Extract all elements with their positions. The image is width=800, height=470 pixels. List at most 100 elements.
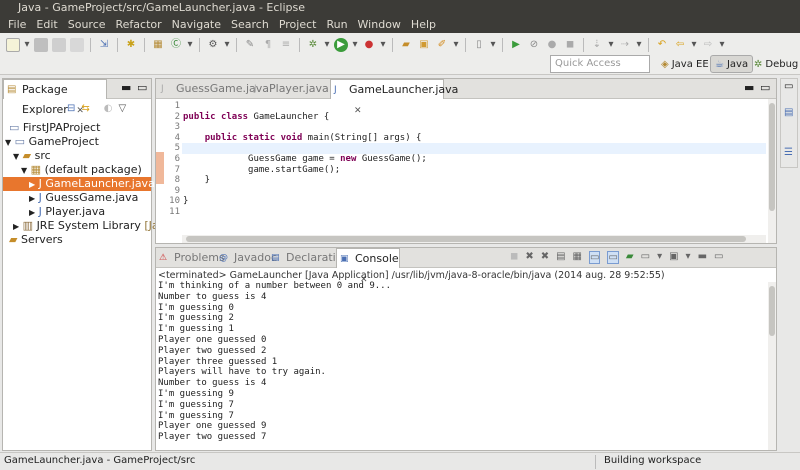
open-type-icon[interactable]: ✱ — [124, 38, 138, 52]
menu-source[interactable]: Source — [63, 18, 111, 31]
last-edit-icon[interactable]: ↶ — [655, 38, 669, 52]
perspective-debug[interactable]: ✲ Debug — [750, 55, 800, 73]
terminal-icon[interactable]: ▯ — [472, 38, 486, 52]
focus-icon[interactable]: ◐ — [104, 103, 113, 114]
tree-item-default-package[interactable]: ▼ ▦ (default package) — [21, 163, 142, 177]
dropdown-arrow-icon[interactable]: ▾ — [636, 38, 642, 52]
editor-hscrollbar[interactable] — [182, 235, 766, 243]
open-task-icon[interactable]: ▣ — [417, 38, 431, 52]
menu-project[interactable]: Project — [274, 18, 322, 31]
save-all-icon[interactable] — [52, 38, 66, 52]
clear-console-icon[interactable]: ▤ — [556, 251, 565, 264]
search-icon[interactable]: ✐ — [435, 38, 449, 52]
outline-icon[interactable]: ▤ — [784, 107, 793, 118]
menu-refactor[interactable]: Refactor — [111, 18, 167, 31]
tab-problems[interactable]: ⚠ Problems — [156, 248, 225, 268]
forward-icon[interactable]: ⇨ — [701, 38, 715, 52]
open-folder-icon[interactable]: ▰ — [399, 38, 413, 52]
disconnect-icon[interactable]: ◼ — [563, 38, 577, 52]
scrollbar-thumb[interactable] — [769, 286, 775, 336]
dropdown-arrow-icon[interactable]: ▾ — [608, 38, 614, 52]
perspective-java[interactable]: ☕ Java — [710, 55, 754, 73]
dropdown-arrow-icon[interactable]: ▾ — [224, 38, 230, 52]
maximize-icon[interactable]: ▭ — [137, 81, 147, 94]
dropdown-arrow-icon[interactable]: ▾ — [187, 38, 193, 52]
save-icon[interactable] — [34, 38, 48, 52]
dropdown-arrow-icon[interactable]: ▾ — [691, 38, 697, 52]
mark-icon[interactable]: ¶ — [261, 38, 275, 52]
settings-icon[interactable]: ⚙ — [206, 38, 220, 52]
new-class-icon[interactable]: Ⓒ — [169, 38, 183, 52]
tree-item-servers[interactable]: ▰ Servers — [9, 233, 63, 247]
tree-item-guessgame[interactable]: ▶ J GuessGame.java — [29, 191, 138, 205]
new-icon[interactable] — [6, 38, 20, 52]
quick-access-input[interactable]: Quick Access — [550, 55, 650, 73]
tab-player[interactable]: J Player.java — [251, 79, 329, 99]
menu-edit[interactable]: Edit — [31, 18, 62, 31]
dropdown-arrow-icon[interactable]: ▾ — [490, 38, 496, 52]
menu-file[interactable]: File — [3, 18, 31, 31]
tree-item-gameproject[interactable]: ▼ ▭ GameProject — [5, 135, 99, 149]
dropdown-arrow-icon[interactable]: ▾ — [719, 38, 725, 52]
menu-run[interactable]: Run — [321, 18, 352, 31]
show-on-stderr-icon[interactable]: ▭ — [607, 251, 619, 264]
tree-item-gamelauncher[interactable]: ▶ J GameLauncher.java — [3, 177, 155, 191]
minimize-icon[interactable]: ▬ — [121, 81, 131, 94]
editor-scrollbar[interactable] — [768, 99, 776, 243]
scroll-lock-icon[interactable]: ▦ — [573, 251, 582, 264]
collapse-all-icon[interactable]: ⊟ — [67, 103, 75, 114]
dropdown-arrow-icon[interactable]: ▾ — [380, 38, 386, 52]
terminate-icon[interactable]: ◼ — [510, 251, 518, 264]
view-menu-icon[interactable]: ▽ — [119, 103, 127, 114]
remove-all-terminated-icon[interactable]: ✖ — [541, 251, 549, 264]
format-icon[interactable]: ≡ — [279, 38, 293, 52]
tab-console[interactable]: ▣ Console ✕ — [336, 248, 400, 285]
tab-javadoc[interactable]: @ Javadoc — [216, 248, 277, 268]
maximize-icon[interactable]: ▭ — [714, 251, 723, 264]
step-over-icon[interactable]: ⇢ — [618, 38, 632, 52]
dropdown-arrow-icon[interactable]: ▾ — [24, 38, 30, 52]
console-output[interactable]: I'm thinking of a number between 0 and 9… — [158, 281, 391, 443]
dropdown-arrow-icon[interactable]: ▾ — [453, 38, 459, 52]
remove-launch-icon[interactable]: ✖ — [525, 251, 533, 264]
back-icon[interactable]: ⇦ — [673, 38, 687, 52]
maximize-icon[interactable]: ▭ — [760, 81, 770, 94]
task-list-icon[interactable]: ☰ — [784, 147, 793, 158]
menu-window[interactable]: Window — [353, 18, 406, 31]
external-tools-icon[interactable]: ● — [362, 38, 376, 52]
step-into-icon[interactable]: ⇣ — [590, 38, 604, 52]
restore-icon[interactable]: ▭ — [784, 81, 793, 92]
dropdown-arrow-icon[interactable]: ▾ — [686, 251, 691, 264]
tab-gamelauncher[interactable]: J GameLauncher.java ✕ — [330, 79, 458, 116]
tab-package-explorer[interactable]: ▤ Package Explorer ✕ — [3, 79, 107, 116]
hierarchy-icon[interactable]: ⇲ — [97, 38, 111, 52]
link-editor-icon[interactable]: ⇆ — [81, 103, 89, 114]
console-scrollbar[interactable] — [768, 282, 776, 450]
skip-breakpoints-icon[interactable]: ⊘ — [527, 38, 541, 52]
tree-item-src[interactable]: ▼ ▰ src — [13, 149, 51, 163]
open-console-icon[interactable]: ▣ — [669, 251, 678, 264]
minimize-icon[interactable]: ▬ — [744, 81, 754, 94]
pin-console-icon[interactable]: ▰ — [626, 251, 634, 264]
menu-navigate[interactable]: Navigate — [167, 18, 226, 31]
dropdown-arrow-icon[interactable]: ▾ — [324, 38, 330, 52]
display-console-icon[interactable]: ▭ — [641, 251, 650, 264]
perspective-java-ee[interactable]: ◈ Java EE — [657, 55, 713, 73]
menu-help[interactable]: Help — [406, 18, 441, 31]
show-on-stdout-icon[interactable]: ▭ — [589, 251, 601, 264]
minimize-icon[interactable]: ▬ — [698, 251, 707, 264]
print-icon[interactable] — [70, 38, 84, 52]
dropdown-arrow-icon[interactable]: ▾ — [352, 38, 358, 52]
new-package-icon[interactable]: ▦ — [151, 38, 165, 52]
dropdown-arrow-icon[interactable]: ▾ — [657, 251, 662, 264]
code-area[interactable]: public class GameLauncher { public stati… — [183, 101, 427, 207]
scrollbar-thumb[interactable] — [769, 103, 775, 211]
resume-icon[interactable]: ▶ — [509, 38, 523, 52]
pin-icon[interactable]: ✎ — [243, 38, 257, 52]
menu-search[interactable]: Search — [226, 18, 274, 31]
tree-item-firstjpaproject[interactable]: ▭ FirstJPAProject — [9, 121, 100, 135]
scrollbar-thumb[interactable] — [186, 236, 746, 242]
tab-guessgame[interactable]: J GuessGame.java — [158, 79, 269, 99]
tree-item-player[interactable]: ▶ J Player.java — [29, 205, 105, 219]
run-icon[interactable]: ▶ — [334, 38, 348, 52]
